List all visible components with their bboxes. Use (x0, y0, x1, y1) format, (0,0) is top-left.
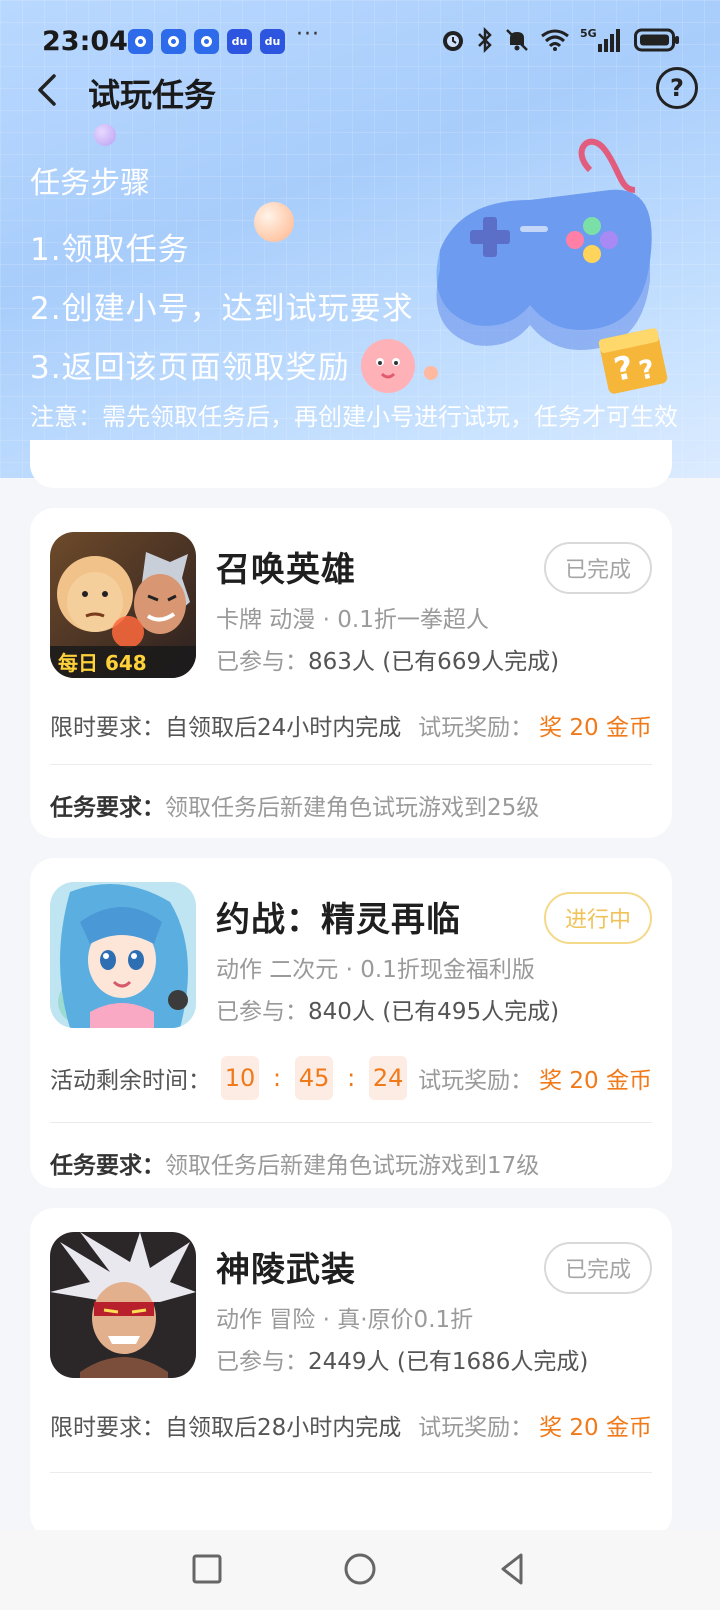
task-requirement: 任务要求：领取任务后新建角色试玩游戏到25级 (50, 788, 539, 822)
game-name[interactable]: 神陵武装 (216, 1242, 356, 1291)
back-arrow-icon[interactable] (30, 70, 66, 110)
countdown-hours: 10 (221, 1056, 259, 1100)
mute-icon (506, 29, 528, 51)
reward-value: 奖 20 金币 (539, 715, 652, 741)
more-notifications-icon: ··· (296, 22, 320, 47)
wifi-icon (541, 29, 569, 51)
countdown-row: 活动剩余时间： 10 : 45 : 24 试玩奖励： 奖 20 金币 (50, 1056, 652, 1100)
reward-label: 试玩奖励： (418, 715, 534, 741)
previous-card-edge (30, 440, 672, 488)
steps-title: 任务步骤 (30, 166, 150, 201)
divider (50, 764, 652, 765)
page-title: 试玩任务 (88, 76, 217, 114)
svg-text:5G: 5G (580, 27, 597, 40)
nav-bar: 试玩任务 ? (0, 62, 720, 118)
battery-icon (634, 28, 679, 52)
countdown-separator: : (273, 1064, 282, 1092)
participants: 已参与：2449人 (已有1686人完成) (216, 1342, 588, 1376)
participants-label: 已参与： (216, 999, 308, 1025)
divider (50, 1472, 652, 1473)
requirement-value: 领取任务后新建角色试玩游戏到17级 (165, 1153, 540, 1179)
reward-value: 奖 20 金币 (539, 1068, 652, 1094)
limit-value: 自领取后24小时内完成 (165, 715, 402, 741)
app-icon (161, 29, 186, 54)
system-nav-bar (0, 1530, 720, 1610)
limit-label: 限时要求： (50, 715, 165, 741)
step-item: 2.创建小号，达到试玩要求 (30, 291, 414, 327)
reward-value: 奖 20 金币 (539, 1415, 652, 1441)
recent-apps-icon[interactable] (182, 1544, 232, 1594)
game-controller-icon: ? ? (436, 138, 668, 394)
game-tags: 动作 冒险 · 真·原价0.1折 (216, 1307, 474, 1333)
game-name[interactable]: 召唤英雄 (216, 542, 356, 591)
task-card[interactable]: 每日 648 召唤英雄 卡牌 动漫 · 0.1折一拳超人 已参与：863人 (已… (30, 508, 672, 838)
baidu-icon: du (227, 29, 252, 54)
limit-label: 限时要求： (50, 1415, 165, 1441)
status-badge[interactable]: 已完成 (544, 542, 652, 594)
task-notice: 注意：需先领取任务后，再创建小号进行试玩，任务才可生效 (30, 403, 678, 431)
participants-label: 已参与： (216, 649, 308, 675)
game-tags: 动作 二次元 · 0.1折现金福利版 (216, 957, 535, 983)
countdown-label: 活动剩余时间： (50, 1068, 211, 1094)
countdown-seconds: 24 (369, 1056, 408, 1100)
requirement-label: 任务要求： (50, 1153, 165, 1179)
game-icon[interactable] (50, 1232, 196, 1378)
game-icon[interactable] (50, 882, 196, 1028)
reward-label: 试玩奖励： (418, 1415, 534, 1441)
hero-banner: ? ? 23:04 du du ··· 5G 试玩任务 ? 任务步骤 1.领取任… (0, 0, 720, 478)
participants: 已参与：840人 (已有495人完成) (216, 992, 559, 1026)
step-item: 1.领取任务 (30, 232, 190, 268)
app-icon (194, 29, 219, 54)
requirement-label: 任务要求： (50, 795, 165, 821)
task-requirement: 任务要求：领取任务后新建角色试玩游戏到17级 (50, 1146, 539, 1180)
limit-value: 自领取后28小时内完成 (165, 1415, 402, 1441)
home-icon[interactable] (335, 1544, 385, 1594)
reward-label: 试玩奖励： (418, 1068, 534, 1094)
notification-apps: du du (128, 29, 285, 54)
baidu-icon: du (260, 29, 285, 54)
status-badge[interactable]: 已完成 (544, 1242, 652, 1294)
step-item: 3.返回该页面领取奖励 (30, 350, 350, 386)
requirement-value: 领取任务后新建角色试玩游戏到25级 (165, 795, 540, 821)
task-card[interactable]: 约战：精灵再临 动作 二次元 · 0.1折现金福利版 已参与：840人 (已有4… (30, 858, 672, 1188)
participants-value: 840人 (已有495人完成) (308, 999, 560, 1025)
task-card[interactable]: 神陵武装 动作 冒险 · 真·原价0.1折 已参与：2449人 (已有1686人… (30, 1208, 672, 1538)
svg-text:每日 648: 每日 648 (58, 651, 147, 675)
status-time: 23:04 (42, 26, 128, 57)
participants-label: 已参与： (216, 1349, 308, 1375)
bubble-decoration (94, 124, 116, 146)
participants-value: 863人 (已有669人完成) (308, 649, 560, 675)
app-icon (128, 29, 153, 54)
game-tags: 卡牌 动漫 · 0.1折一拳超人 (216, 607, 489, 633)
alarm-icon (443, 31, 463, 51)
status-icons: 5G (440, 26, 680, 54)
game-name[interactable]: 约战：精灵再临 (216, 892, 461, 941)
bluetooth-icon (478, 27, 492, 53)
time-limit-row: 限时要求： 自领取后28小时内完成 试玩奖励： 奖 20 金币 (50, 1408, 652, 1442)
back-triangle-icon[interactable] (488, 1544, 538, 1594)
countdown-minutes: 45 (295, 1056, 334, 1100)
participants-value: 2449人 (已有1686人完成) (308, 1349, 589, 1375)
participants: 已参与：863人 (已有669人完成) (216, 642, 559, 676)
help-button[interactable]: ? (656, 67, 698, 109)
divider (50, 1122, 652, 1123)
countdown-separator: : (347, 1064, 356, 1092)
time-limit-row: 限时要求： 自领取后24小时内完成 试玩奖励： 奖 20 金币 (50, 708, 652, 742)
game-icon[interactable]: 每日 648 (50, 532, 196, 678)
status-badge[interactable]: 进行中 (544, 892, 652, 944)
task-steps: 任务步骤 1.领取任务 2.创建小号，达到试玩要求 3.返回该页面领取奖励 (30, 158, 414, 401)
5g-signal-icon: 5G (580, 27, 620, 52)
